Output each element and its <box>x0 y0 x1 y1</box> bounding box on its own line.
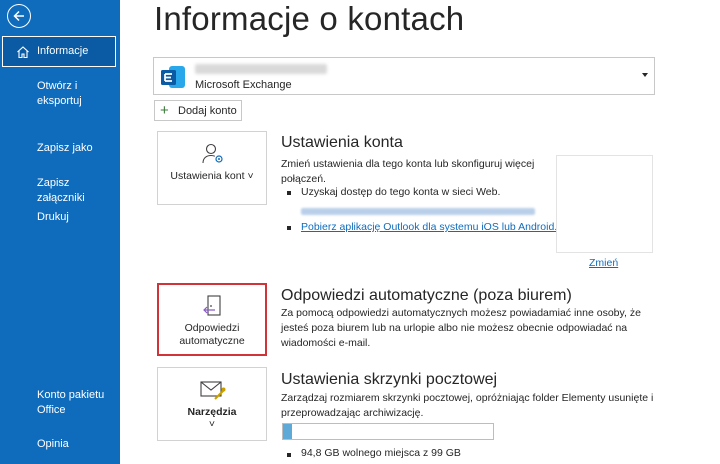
bullet-icon <box>287 453 291 457</box>
user-settings-icon <box>201 142 225 170</box>
back-arrow-icon[interactable] <box>7 4 31 28</box>
account-type: Microsoft Exchange <box>195 79 292 91</box>
chevron-down-icon[interactable] <box>642 73 648 77</box>
add-account-label: Dodaj konto <box>178 105 237 117</box>
quota-used-fill <box>283 424 292 439</box>
nav-item-feedback[interactable]: Opinia <box>37 437 117 452</box>
home-icon <box>16 45 30 64</box>
automatic-replies-title: Odpowiedzi automatyczne (poza biurem) <box>281 287 572 304</box>
nav-item-save-as[interactable]: Zapisz jako <box>37 141 117 156</box>
out-of-office-icon <box>201 294 225 322</box>
account-email-redacted <box>195 64 327 74</box>
bullet-icon <box>287 191 291 195</box>
account-settings-title: Ustawienia konta <box>281 134 403 151</box>
add-account-button[interactable]: + Dodaj konto <box>154 100 242 121</box>
nav-item-office-account[interactable]: Konto pakietu Office <box>37 388 109 418</box>
backstage-sidebar: Informacje Otwórz i eksportuj Zapisz jak… <box>0 0 120 464</box>
exchange-logo-icon <box>160 64 186 90</box>
web-access-text: Uzyskaj dostęp do tego konta w sieci Web… <box>301 186 501 198</box>
quota-text: 94,8 GB wolnego miejsca z 99 GB <box>301 447 461 459</box>
account-preview-box <box>556 155 653 253</box>
tools-tile[interactable]: Narzędzia ˅ <box>157 367 267 441</box>
nav-item-print[interactable]: Drukuj <box>37 210 117 225</box>
nav-item-label: Informacje <box>37 45 89 57</box>
change-link[interactable]: Zmień <box>589 256 618 271</box>
mailbox-tools-icon <box>200 379 226 405</box>
mailbox-quota-bar <box>282 423 494 440</box>
nav-item-save-attachments[interactable]: Zapisz załączniki <box>37 176 117 206</box>
account-selector[interactable]: Microsoft Exchange <box>153 57 655 95</box>
automatic-replies-description: Za pomocą odpowiedzi automatycznych może… <box>281 307 641 349</box>
mailbox-settings-description: Zarządzaj rozmiarem skrzynki pocztowej, … <box>281 392 654 419</box>
chevron-down-icon: ˅ <box>208 418 216 430</box>
mobile-app-link[interactable]: Pobierz aplikację Outlook dla systemu iO… <box>301 220 557 235</box>
nav-item-open-export[interactable]: Otwórz i eksportuj <box>37 79 109 109</box>
plus-icon: + <box>160 102 169 119</box>
account-settings-tile[interactable]: Ustawienia kont ˅ <box>157 131 267 205</box>
mailbox-settings-title: Ustawienia skrzynki pocztowej <box>281 371 498 388</box>
account-settings-description: Zmień ustawienia dla tego konta lub skon… <box>281 158 535 185</box>
automatic-replies-tile-label: Odpowiedzi automatyczne <box>179 322 245 347</box>
web-access-link-redacted[interactable] <box>301 208 535 215</box>
bullet-icon <box>287 226 291 230</box>
account-settings-tile-label: Ustawienia kont ˅ <box>170 170 254 182</box>
nav-item-info[interactable]: Informacje <box>2 36 116 67</box>
page-title: Informacje o kontach <box>154 0 465 37</box>
automatic-replies-tile[interactable]: Odpowiedzi automatyczne <box>157 283 267 356</box>
